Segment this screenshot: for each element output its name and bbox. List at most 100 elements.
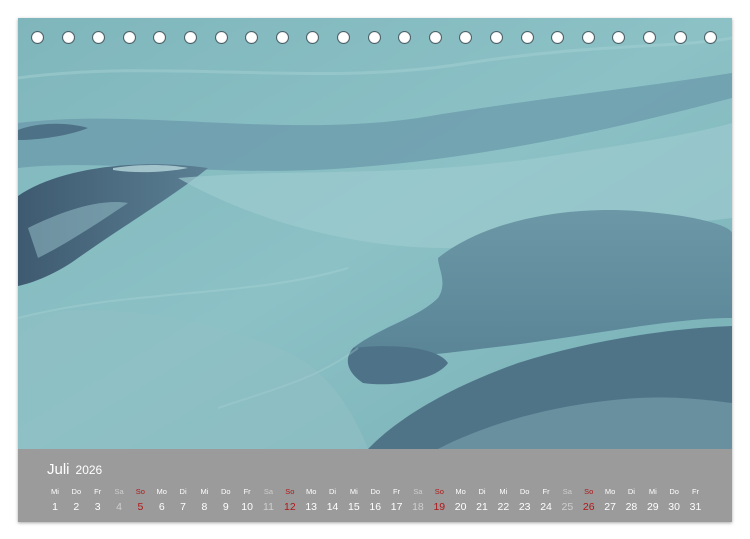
- day-cell: Do 2: [65, 486, 87, 514]
- weekday-label: Fr: [393, 487, 401, 496]
- day-cell: Di 28: [620, 486, 642, 514]
- day-number: 26: [582, 501, 595, 513]
- weekday-label: Do: [71, 487, 82, 496]
- weekday-label: Fr: [691, 487, 700, 496]
- day-number: 16: [369, 501, 382, 513]
- weekday-label: Fr: [542, 487, 550, 496]
- day-number: 8: [201, 501, 208, 513]
- weekday-label: Mo: [156, 487, 167, 496]
- weekday-label: Di: [179, 487, 187, 496]
- aerial-river-photo: [18, 18, 732, 449]
- day-number: 4: [116, 501, 122, 513]
- day-number: 3: [94, 501, 101, 513]
- weekday-label: Do: [669, 487, 679, 496]
- day-number: 19: [433, 501, 446, 513]
- binding-hole: [398, 31, 412, 44]
- weekday-label: Mi: [51, 487, 59, 496]
- binding-hole: [245, 31, 259, 44]
- binding-hole: [612, 31, 626, 44]
- binding-hole: [643, 31, 656, 44]
- month-name: Juli: [47, 461, 70, 478]
- day-cell: Do 23: [514, 486, 536, 514]
- day-cell: Fr 10: [236, 486, 258, 514]
- day-cell: Fr 24: [535, 486, 557, 514]
- binding-hole: [31, 31, 44, 44]
- day-cell: Do 16: [364, 486, 386, 514]
- day-cell: Do 9: [215, 486, 237, 514]
- day-number: 20: [454, 501, 467, 513]
- day-number: 29: [646, 501, 659, 513]
- weekday-label: Fr: [94, 487, 102, 496]
- weekday-label: Mi: [499, 487, 508, 496]
- weekday-label: Sa: [114, 487, 124, 496]
- binding-hole: [367, 31, 381, 44]
- binding-hole: [673, 31, 687, 44]
- weekday-label: Fr: [243, 487, 251, 496]
- weekday-label: Di: [478, 487, 486, 496]
- day-number: 17: [390, 501, 403, 513]
- binding-hole: [306, 31, 320, 44]
- day-cell: Mo 6: [151, 486, 173, 514]
- weekday-label: Sa: [263, 487, 274, 496]
- day-cell: So 5: [129, 486, 151, 514]
- day-number: 2: [73, 501, 80, 513]
- day-cell: Mi 1: [44, 486, 66, 514]
- day-number: 22: [497, 501, 510, 513]
- binding-hole: [122, 31, 136, 44]
- year: 2026: [75, 463, 103, 477]
- weekday-label: Sa: [562, 487, 572, 496]
- day-number: 14: [326, 501, 339, 513]
- day-number: 28: [625, 501, 638, 513]
- weekday-label: Mi: [200, 487, 209, 496]
- binding-hole: [704, 31, 718, 44]
- day-number: 12: [284, 501, 296, 513]
- binding-hole: [214, 31, 228, 44]
- binding-hole: [337, 31, 350, 44]
- day-number: 7: [180, 501, 187, 513]
- day-cell: Sa 18: [407, 486, 429, 514]
- day-cell: Di 7: [172, 486, 194, 514]
- binding-hole: [551, 31, 565, 44]
- day-cell: Mi 22: [492, 486, 514, 514]
- binding-hole: [61, 31, 75, 44]
- day-cell: Mi 8: [193, 486, 215, 514]
- day-cell: Di 21: [471, 486, 493, 514]
- weekday-label: Mo: [305, 487, 317, 496]
- calendar-page: Juli 2026 Mi 1 Do 2 Fr 3 Sa 4 So 5 Mo 6 Di 7 Mi 8 Do 9 Fr 1…: [18, 18, 732, 522]
- day-cell: Fr 17: [386, 486, 408, 514]
- binding-hole: [153, 31, 167, 44]
- day-cell: Mi 15: [343, 486, 365, 514]
- day-number: 24: [540, 501, 552, 513]
- weekday-label: So: [285, 487, 295, 496]
- day-cell: Sa 11: [258, 486, 280, 514]
- binding-hole: [184, 31, 197, 44]
- weekday-label: Mi: [349, 487, 358, 496]
- day-number: 6: [158, 501, 165, 513]
- day-cell: Mo 20: [450, 486, 472, 514]
- calendar-bar: Juli 2026 Mi 1 Do 2 Fr 3 Sa 4 So 5 Mo 6 Di 7 Mi 8 Do 9 Fr 1…: [18, 449, 732, 522]
- day-number: 30: [668, 501, 680, 513]
- day-cell: Mo 27: [599, 486, 621, 514]
- day-cell: Di 14: [322, 486, 344, 514]
- weekday-label: Mo: [455, 487, 466, 496]
- day-number: 15: [348, 501, 360, 513]
- day-grid: Mi 1 Do 2 Fr 3 Sa 4 So 5 Mo 6 Di 7 Mi 8 Do 9 Fr 10 Sa 11 So 12 M…: [46, 486, 720, 520]
- day-cell: Sa 25: [556, 486, 578, 514]
- weekday-label: So: [584, 487, 594, 496]
- weekday-label: Do: [519, 487, 530, 496]
- day-number: 27: [604, 501, 616, 513]
- day-cell: Mo 13: [300, 486, 322, 514]
- day-number: 1: [52, 501, 58, 513]
- day-number: 9: [222, 501, 229, 513]
- day-cell: Fr 3: [87, 486, 109, 514]
- day-cell: Sa 4: [108, 486, 130, 514]
- binding-hole: [520, 31, 534, 44]
- binding-hole: [459, 31, 473, 44]
- weekday-label: Mo: [604, 487, 616, 496]
- day-number: 21: [476, 501, 488, 513]
- day-number: 31: [689, 501, 702, 513]
- spiral-binding-holes: [18, 31, 732, 45]
- weekday-label: Mi: [648, 487, 657, 496]
- binding-hole: [275, 31, 289, 44]
- day-number: 23: [518, 501, 531, 513]
